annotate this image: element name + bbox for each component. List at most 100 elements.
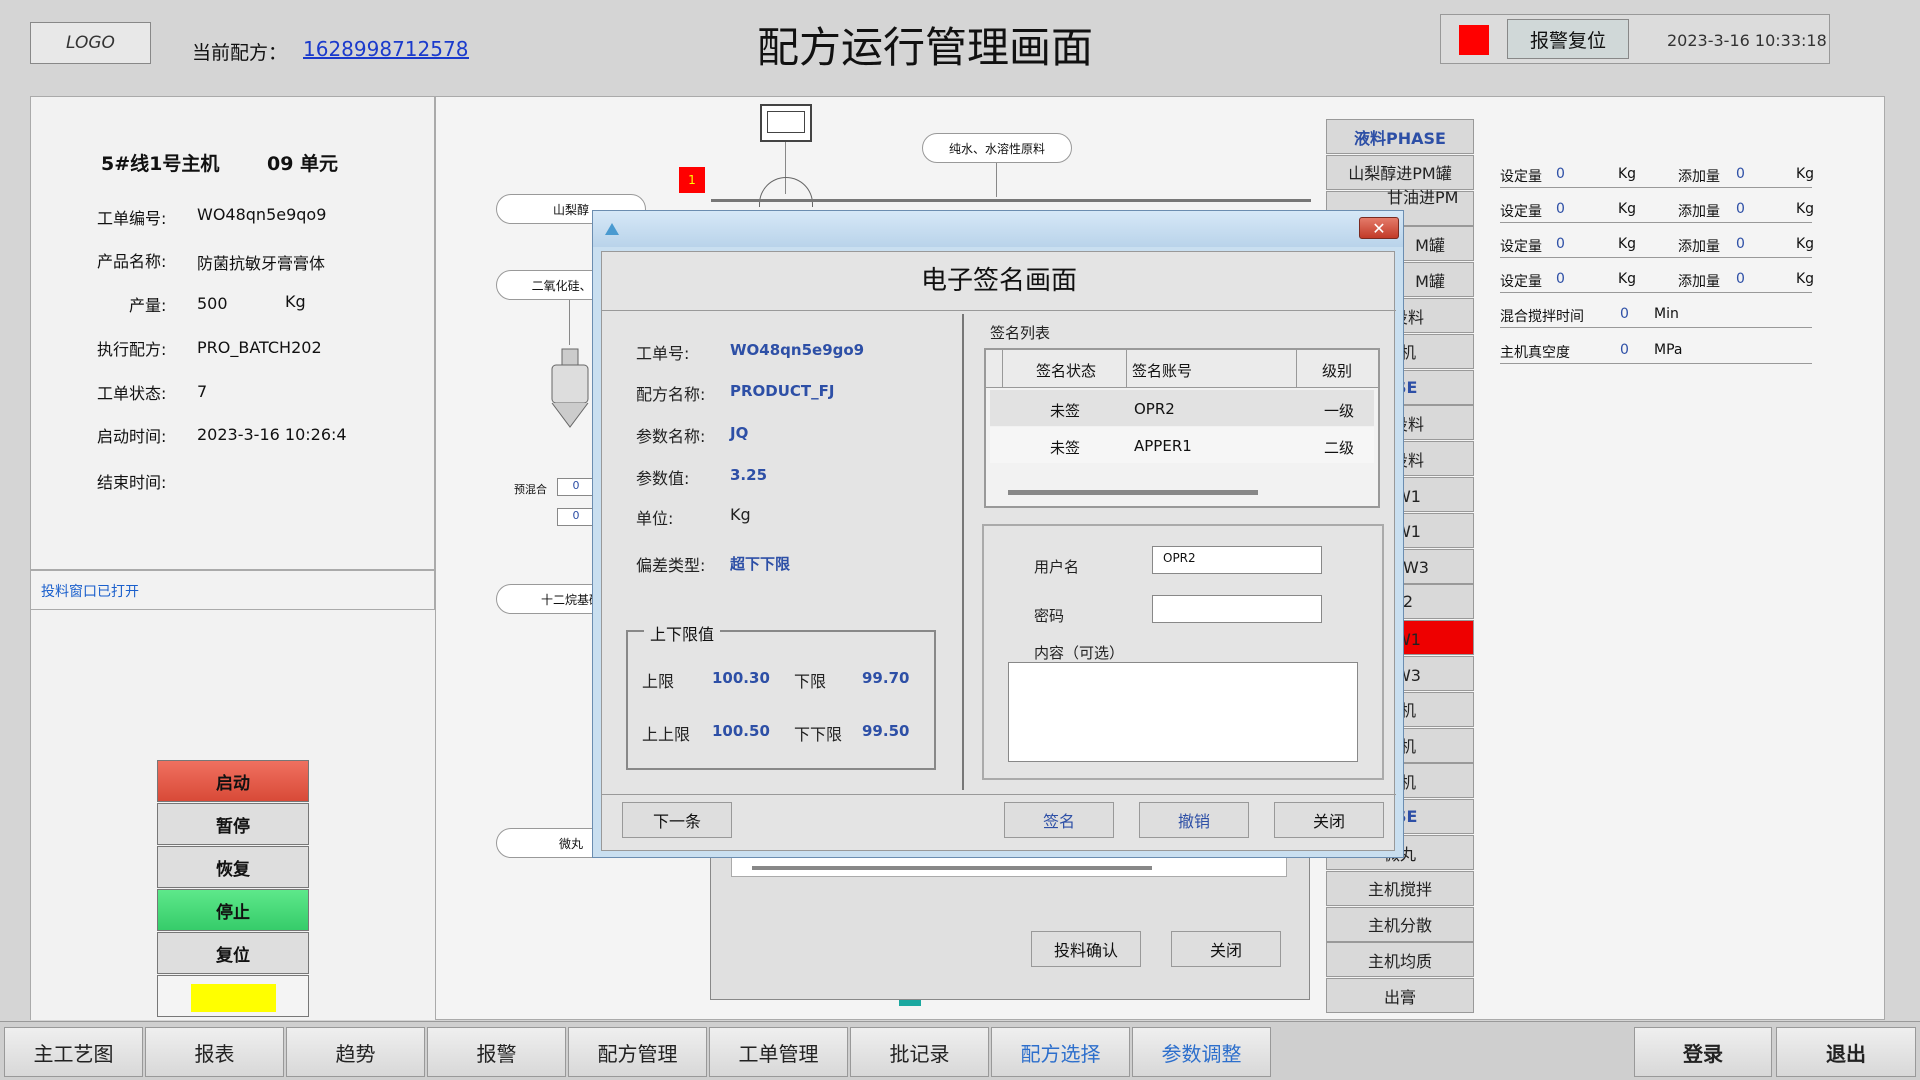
param-val-label: 参数值: xyxy=(636,469,690,488)
setpoint-label: 设定量 xyxy=(1500,204,1542,220)
alarm-indicator xyxy=(1459,25,1489,55)
table-row[interactable]: 未签 OPR2 一级 xyxy=(990,390,1374,426)
feed-confirm-button[interactable]: 投料确认 xyxy=(1031,931,1141,967)
stop-button[interactable]: 停止 xyxy=(157,889,309,931)
divider xyxy=(1002,350,1003,388)
recipe-label: 配方名称: xyxy=(636,385,706,404)
upper-upper-value: 100.50 xyxy=(712,722,770,740)
nav-reports[interactable]: 报表 xyxy=(145,1027,284,1077)
added-label: 添加量 xyxy=(1678,274,1720,290)
phase-header: 液料PHASE xyxy=(1326,119,1474,154)
logout-button[interactable]: 退出 xyxy=(1776,1027,1916,1077)
login-button[interactable]: 登录 xyxy=(1634,1027,1772,1077)
sign-list-title: 签名列表 xyxy=(990,324,1051,342)
mix-time-value: 0 xyxy=(1620,306,1629,322)
phase-item[interactable]: 出膏 xyxy=(1326,978,1474,1014)
recipe-value: PRODUCT_FJ xyxy=(730,382,835,400)
content-textarea[interactable] xyxy=(1008,662,1358,762)
unit-label: 单位: xyxy=(636,509,674,528)
revoke-button[interactable]: 撤销 xyxy=(1139,802,1249,838)
row-account: OPR2 xyxy=(1134,400,1175,418)
table-row[interactable]: 未签 APPER1 二级 xyxy=(990,427,1374,463)
lower-lower-value: 99.50 xyxy=(862,722,910,740)
unit-name: 09 单元 xyxy=(267,153,339,175)
product-value: 防菌抗敏牙膏膏体 xyxy=(197,254,326,273)
setpoint-unit: Kg xyxy=(1618,236,1637,252)
premix-value-1: 0 xyxy=(557,478,595,496)
alarm-area: 报警复位 2023-3-16 10:33:18 xyxy=(1440,14,1830,64)
setpoint-value: 0 xyxy=(1556,201,1565,217)
param-row: 设定量 0 Kg 添加量 0 Kg xyxy=(1500,226,1814,258)
added-value: 0 xyxy=(1736,201,1745,217)
dialog-body: 电子签名画面 工单号: WO48qn5e9go9 配方名称: PRODUCT_F… xyxy=(601,251,1396,851)
row-status: 未签 xyxy=(1050,439,1081,457)
order-status-label: 工单状态: xyxy=(97,384,167,403)
divider xyxy=(602,310,1396,311)
nav-recipe-mgmt[interactable]: 配方管理 xyxy=(568,1027,707,1077)
alarm-reset-button[interactable]: 报警复位 xyxy=(1507,19,1629,59)
app-icon xyxy=(605,223,619,235)
pipe xyxy=(569,300,570,345)
password-input[interactable] xyxy=(1152,595,1322,623)
order-status-value: 7 xyxy=(197,382,208,401)
datetime: 2023-3-16 10:33:18 xyxy=(1667,31,1827,50)
added-label: 添加量 xyxy=(1678,169,1720,185)
resume-button[interactable]: 恢复 xyxy=(157,846,309,888)
lower-value: 99.70 xyxy=(862,669,910,687)
tank-top xyxy=(759,177,813,207)
next-button[interactable]: 下一条 xyxy=(622,802,732,838)
nav-batch-records[interactable]: 批记录 xyxy=(850,1027,989,1077)
param-val-value: 3.25 xyxy=(730,466,768,484)
premix-tank-icon xyxy=(551,348,589,428)
start-button[interactable]: 启动 xyxy=(157,760,309,802)
bubble-water: 纯水、水溶性原料 xyxy=(922,133,1072,163)
row-status: 未签 xyxy=(1050,402,1081,420)
pause-button[interactable]: 暂停 xyxy=(157,803,309,845)
username-input[interactable]: OPR2 xyxy=(1152,546,1322,574)
feed-table-scrollbar[interactable] xyxy=(752,866,1152,870)
param-label: 参数名称: xyxy=(636,427,706,446)
phase-item[interactable]: 主机搅拌 xyxy=(1326,870,1474,906)
screen-icon xyxy=(760,104,812,142)
start-time-value: 2023-3-16 10:26:4 xyxy=(197,425,347,444)
setpoint-value: 0 xyxy=(1556,271,1565,287)
nav-trends[interactable]: 趋势 xyxy=(286,1027,425,1077)
vacuum-value: 0 xyxy=(1620,342,1629,358)
order-label: 工单号: xyxy=(636,344,690,363)
row-level: 一级 xyxy=(1324,402,1355,420)
nav-param-adjust[interactable]: 参数调整 xyxy=(1132,1027,1271,1077)
sign-button[interactable]: 签名 xyxy=(1004,802,1114,838)
phase-item[interactable]: 主机均质 xyxy=(1326,942,1474,978)
exec-recipe-value: PRO_BATCH202 xyxy=(197,338,322,357)
nav-order-mgmt[interactable]: 工单管理 xyxy=(709,1027,848,1077)
end-time-label: 结束时间: xyxy=(97,473,167,492)
param-row: 设定量 0 Kg 添加量 0 Kg xyxy=(1500,261,1814,293)
unit-value: Kg xyxy=(730,505,751,524)
output-unit: Kg xyxy=(285,292,306,311)
upper-label: 上限 xyxy=(642,672,675,691)
table-scrollbar[interactable] xyxy=(1008,490,1258,495)
feed-close-button[interactable]: 关闭 xyxy=(1171,931,1281,967)
password-label: 密码 xyxy=(1034,607,1065,625)
row-level: 二级 xyxy=(1324,439,1355,457)
setpoint-unit: Kg xyxy=(1618,271,1637,287)
dialog-titlebar: ✕ xyxy=(593,211,1403,247)
setpoint-unit: Kg xyxy=(1618,166,1637,182)
dialog-close-button[interactable]: 关闭 xyxy=(1274,802,1384,838)
pipe-header xyxy=(711,199,1311,202)
setpoint-label: 设定量 xyxy=(1500,239,1542,255)
nav-main-process[interactable]: 主工艺图 xyxy=(4,1027,143,1077)
content-label: 内容（可选） xyxy=(1034,644,1125,662)
param-value: JQ xyxy=(730,424,749,442)
product-label: 产品名称: xyxy=(97,252,167,271)
phase-item[interactable]: 主机分散 xyxy=(1326,906,1474,942)
output-value: 500 xyxy=(197,294,228,313)
row-account: APPER1 xyxy=(1134,437,1192,455)
current-recipe-link[interactable]: 16289987125786 xyxy=(303,37,469,61)
nav-alarms[interactable]: 报警 xyxy=(427,1027,566,1077)
reset-button[interactable]: 复位 xyxy=(157,932,309,974)
nav-recipe-select[interactable]: 配方选择 xyxy=(991,1027,1130,1077)
added-value: 0 xyxy=(1736,271,1745,287)
username-label: 用户名 xyxy=(1034,558,1080,576)
close-icon[interactable]: ✕ xyxy=(1359,217,1399,239)
